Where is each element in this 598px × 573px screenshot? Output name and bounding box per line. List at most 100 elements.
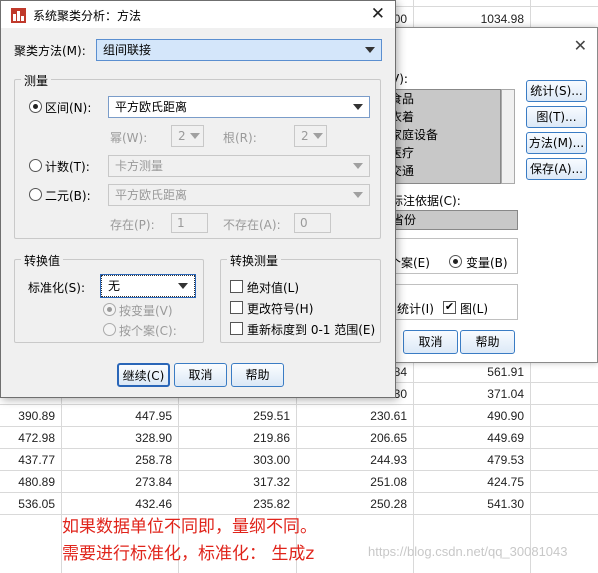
table-cell: 250.28 xyxy=(370,497,407,511)
table-cell: 317.32 xyxy=(253,475,290,489)
by-variable-radio[interactable] xyxy=(103,303,116,316)
by-case-label[interactable]: 按个案(C): xyxy=(119,322,177,339)
standardize-select[interactable]: 无 xyxy=(100,274,196,298)
chevron-down-icon xyxy=(178,283,188,289)
annotation-text-1: 如果数据单位不同即，量纲不同。 xyxy=(62,517,317,537)
variables-list[interactable]: 食品 衣着 家庭设备 医疗 交通 xyxy=(383,89,501,184)
counts-measure-select[interactable]: 卡方测量 xyxy=(108,155,370,177)
cancel-button[interactable]: 取消 xyxy=(403,330,458,354)
standardize-label: 标准化(S): xyxy=(28,281,86,295)
chevron-down-icon xyxy=(190,133,200,139)
table-cell: 303.00 xyxy=(253,453,290,467)
table-cell: 541.30 xyxy=(487,497,524,511)
help-button[interactable]: 帮助 xyxy=(231,363,284,387)
display-statistics-label[interactable]: 统计(I) xyxy=(397,300,434,317)
table-cell: 371.04 xyxy=(487,387,524,401)
table-cell: 480.89 xyxy=(18,475,55,489)
list-item[interactable]: 食品 xyxy=(384,90,500,108)
table-cell: 432.46 xyxy=(135,497,172,511)
power-select[interactable]: 2 xyxy=(171,125,204,147)
list-item[interactable]: 交通 xyxy=(384,162,500,180)
rescale-checkbox[interactable] xyxy=(230,322,243,335)
table-cell: 251.08 xyxy=(370,475,407,489)
plots-button[interactable]: 图(T)... xyxy=(526,106,587,128)
save-button[interactable]: 保存(A)... xyxy=(526,158,587,180)
table-cell: 259.51 xyxy=(253,409,290,423)
chevron-down-icon xyxy=(365,47,375,53)
table-cell: 390.89 xyxy=(18,409,55,423)
rescale-label[interactable]: 重新标度到 0-1 范围(E) xyxy=(247,321,375,338)
root-select[interactable]: 2 xyxy=(294,125,327,147)
power-label: 幂(W): xyxy=(110,131,148,145)
cluster-method-select[interactable]: 组间联接 xyxy=(96,39,382,61)
list-item[interactable]: 家庭设备 xyxy=(384,126,500,144)
chevron-down-icon xyxy=(353,104,363,110)
method-button[interactable]: 方法(M)... xyxy=(526,132,587,154)
cancel-button[interactable]: 取消 xyxy=(174,363,227,387)
absolute-values-checkbox[interactable] xyxy=(230,280,243,293)
absent-field[interactable]: 0 xyxy=(294,213,331,233)
table-cell: 219.86 xyxy=(253,431,290,445)
interval-radio[interactable] xyxy=(29,100,42,113)
table-cell: 561.91 xyxy=(487,365,524,379)
statistics-button[interactable]: 统计(S)... xyxy=(526,80,587,102)
table-cell: 449.69 xyxy=(487,431,524,445)
table-cell: 206.65 xyxy=(370,431,407,445)
watermark: https://blog.csdn.net/qq_30081043 xyxy=(368,544,568,559)
display-plots-checkbox[interactable]: ✔ xyxy=(443,301,456,314)
absent-label: 不存在(A): xyxy=(223,218,281,232)
standardize-value: 无 xyxy=(108,279,121,293)
chevron-down-icon xyxy=(353,192,363,198)
change-sign-label[interactable]: 更改符号(H) xyxy=(247,300,313,317)
root-value: 2 xyxy=(301,129,309,143)
list-scrollbar[interactable] xyxy=(501,89,515,184)
binary-measure-select[interactable]: 平方欧氏距离 xyxy=(108,184,370,206)
method-dialog: 系统聚类分析：方法 ✕ 聚类方法(M): 组间联接 测量 区间(N): 平方欧氏… xyxy=(0,0,396,398)
counts-radio[interactable] xyxy=(29,159,42,172)
annotation-text-2: 需要进行标准化，标准化： 生成z xyxy=(62,544,315,564)
change-sign-checkbox[interactable] xyxy=(230,301,243,314)
table-cell: 447.95 xyxy=(135,409,172,423)
label-cases-label: 标注依据(C): xyxy=(391,194,461,208)
transform-values-title: 转换值 xyxy=(21,252,64,269)
table-cell: 244.93 xyxy=(370,453,407,467)
table-cell: 437.77 xyxy=(18,453,55,467)
list-item[interactable]: 医疗 xyxy=(384,144,500,162)
help-button[interactable]: 帮助 xyxy=(460,330,515,354)
transform-measures-title: 转换测量 xyxy=(227,252,282,269)
by-variable-label[interactable]: 按变量(V) xyxy=(119,302,173,319)
root-label: 根(R): xyxy=(223,131,257,145)
table-cell: 536.05 xyxy=(18,497,55,511)
chevron-down-icon xyxy=(313,133,323,139)
absolute-values-label[interactable]: 绝对值(L) xyxy=(247,279,299,296)
close-icon[interactable]: ✕ xyxy=(371,4,385,24)
table-cell: 424.75 xyxy=(487,475,524,489)
close-icon[interactable]: ✕ xyxy=(574,36,587,55)
interval-measure-value: 平方欧氏距离 xyxy=(115,100,188,114)
table-cell: 479.53 xyxy=(487,453,524,467)
interval-measure-select[interactable]: 平方欧氏距离 xyxy=(108,96,370,118)
cluster-variables-label[interactable]: 变量(B) xyxy=(466,254,508,271)
binary-label[interactable]: 二元(B): xyxy=(45,187,91,204)
measure-group-title: 测量 xyxy=(21,72,52,89)
title-bar: 系统聚类分析：方法 ✕ xyxy=(1,1,395,28)
list-item[interactable]: 衣着 xyxy=(384,108,500,126)
label-cases-field[interactable]: 省份 xyxy=(383,210,518,230)
dialog-title: 系统聚类分析：方法 xyxy=(33,9,142,23)
present-field[interactable]: 1 xyxy=(171,213,208,233)
spss-app-icon xyxy=(11,8,26,23)
cluster-method-label: 聚类方法(M): xyxy=(14,44,86,58)
table-cell: 273.84 xyxy=(135,475,172,489)
counts-label[interactable]: 计数(T): xyxy=(45,158,90,175)
table-cell: 328.90 xyxy=(135,431,172,445)
table-cell: 230.61 xyxy=(370,409,407,423)
table-cell: 490.90 xyxy=(487,409,524,423)
interval-label[interactable]: 区间(N): xyxy=(45,99,91,116)
binary-radio[interactable] xyxy=(29,188,42,201)
display-plots-label[interactable]: 图(L) xyxy=(460,300,488,317)
table-cell: 258.78 xyxy=(135,453,172,467)
continue-button[interactable]: 继续(C) xyxy=(117,363,170,387)
present-label: 存在(P): xyxy=(110,218,155,232)
cluster-variables-radio[interactable] xyxy=(449,255,462,268)
by-case-radio[interactable] xyxy=(103,323,116,336)
